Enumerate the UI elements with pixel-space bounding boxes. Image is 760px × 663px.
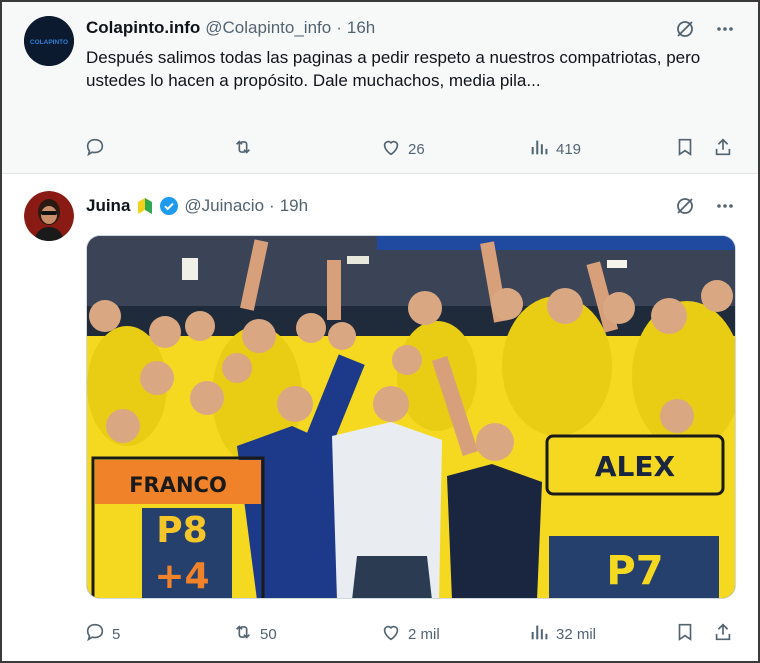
avatar-logo-text: COLAPINTO (30, 39, 68, 46)
reply-button[interactable]: 5 (84, 621, 120, 647)
author-name[interactable]: Juina (86, 196, 130, 216)
more-icon[interactable] (714, 18, 736, 45)
tweet-header: Colapinto.info @Colapinto_info · 16h (86, 18, 375, 38)
celebration-photo: FRANCO P8 +4 ALEX P7 (87, 236, 735, 598)
franco-sign-gain: +4 (154, 556, 209, 597)
author-name[interactable]: Colapinto.info (86, 18, 200, 38)
retweet-button[interactable]: 50 (232, 621, 277, 647)
tweet-colapinto[interactable]: COLAPINTO Colapinto.info @Colapinto_info… (2, 2, 758, 174)
tweet-photo[interactable]: FRANCO P8 +4 ALEX P7 (86, 235, 736, 599)
views-button[interactable]: 419 (528, 136, 581, 162)
author-handle[interactable]: @Juinacio (184, 196, 264, 216)
retweet-icon (232, 136, 254, 162)
action-bar: 26 419 (82, 136, 742, 160)
verified-badge-icon (159, 196, 179, 216)
header-actions (674, 195, 736, 222)
alex-sign-name: ALEX (595, 450, 676, 483)
share-icon (712, 621, 734, 647)
beginner-leaf-icon (136, 196, 154, 216)
views-button[interactable]: 32 mil (528, 621, 596, 647)
retweet-button[interactable] (232, 136, 260, 162)
reply-button[interactable] (84, 136, 112, 162)
author-handle[interactable]: @Colapinto_info (205, 18, 331, 38)
tweet-time[interactable]: 16h (347, 18, 375, 38)
views-icon (528, 136, 550, 162)
tweet-time[interactable]: 19h (280, 196, 308, 216)
tweet-header: Juina @Juinacio · 19h (86, 196, 308, 216)
avatar[interactable] (24, 191, 74, 241)
retweet-count: 50 (260, 625, 277, 643)
share-button[interactable] (712, 136, 734, 162)
like-icon (380, 136, 402, 162)
share-button[interactable] (712, 621, 734, 647)
reply-count: 5 (112, 625, 121, 643)
views-icon (528, 621, 550, 647)
bookmark-icon (674, 621, 696, 647)
reply-icon (84, 621, 106, 647)
action-bar: 5 50 2 mil 32 mil (82, 621, 742, 645)
like-icon (380, 621, 402, 647)
bookmark-icon (674, 136, 696, 162)
dot-separator: · (269, 196, 275, 215)
like-count: 2 mil (408, 625, 440, 643)
avatar[interactable]: COLAPINTO (24, 16, 74, 66)
dot-separator: · (336, 18, 342, 37)
more-icon[interactable] (714, 195, 736, 222)
share-icon (712, 136, 734, 162)
reply-icon (84, 136, 106, 162)
like-button[interactable]: 26 (380, 136, 425, 162)
header-actions (674, 18, 736, 45)
alex-sign-position: P7 (606, 548, 663, 594)
bookmark-button[interactable] (674, 136, 696, 162)
franco-sign-position: P8 (156, 510, 207, 551)
views-count: 32 mil (556, 625, 597, 643)
tweet-text: Después salimos todas las paginas a pedi… (86, 48, 701, 90)
tweet-juina[interactable]: Juina @Juinacio · 19h FRANCO P8 +4 ALEX … (2, 175, 758, 661)
grok-icon[interactable] (674, 18, 696, 45)
views-count: 419 (556, 140, 582, 158)
franco-sign-name: FRANCO (129, 473, 227, 497)
bookmark-button[interactable] (674, 621, 696, 647)
grok-icon[interactable] (674, 195, 696, 222)
retweet-icon (232, 621, 254, 647)
like-count: 26 (408, 140, 425, 158)
like-button[interactable]: 2 mil (380, 621, 440, 647)
